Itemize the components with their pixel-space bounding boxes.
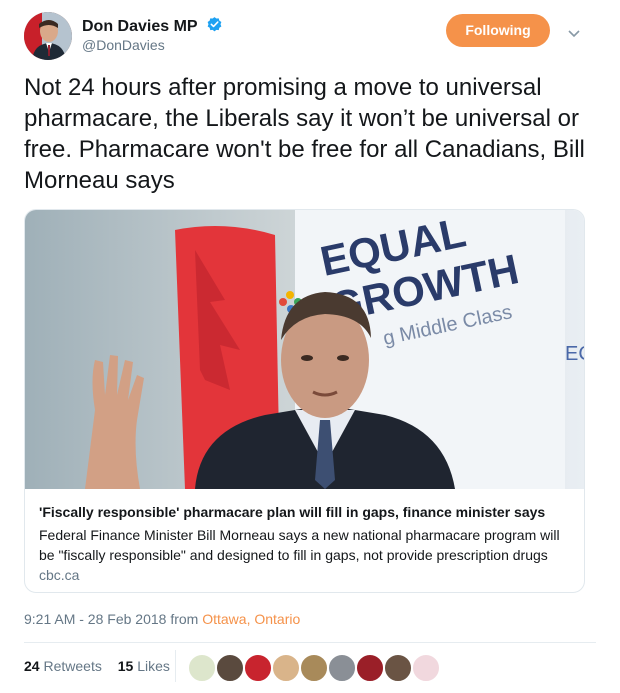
liker-avatar[interactable]	[216, 654, 244, 682]
chevron-down-icon[interactable]	[567, 26, 581, 44]
liker-avatar[interactable]	[188, 654, 216, 682]
author-name-text[interactable]: Don Davies MP	[82, 18, 197, 35]
tweet-timestamp[interactable]: 9:21 AM - 28 Feb 2018 from	[24, 611, 202, 627]
likes-label: Likes	[137, 658, 170, 674]
link-card[interactable]: EQUAL GROWTH g Middle Class EC 'Fiscally…	[24, 209, 585, 593]
following-button[interactable]: Following	[446, 14, 550, 47]
author-handle[interactable]: @DonDavies	[82, 37, 165, 53]
liker-avatar[interactable]	[412, 654, 440, 682]
card-domain[interactable]: cbc.ca	[39, 567, 79, 583]
tweet-stats: 24 Retweets 15 Likes	[24, 658, 170, 674]
verified-badge-icon	[206, 16, 223, 38]
liker-avatar[interactable]	[272, 654, 300, 682]
tweet-text: Not 24 hours after promising a move to u…	[24, 74, 585, 194]
likes-stat[interactable]: 15 Likes	[118, 658, 170, 674]
tweet-location[interactable]: Ottawa, Ontario	[202, 611, 300, 627]
liker-avatar[interactable]	[300, 654, 328, 682]
card-title[interactable]: 'Fiscally responsible' pharmacare plan w…	[39, 504, 574, 520]
banner-edge-text: EC	[565, 343, 584, 365]
liker-avatar[interactable]	[244, 654, 272, 682]
retweets-count: 24	[24, 658, 40, 674]
liker-avatar[interactable]	[328, 654, 356, 682]
retweets-label: Retweets	[43, 658, 102, 674]
author-avatar[interactable]	[24, 12, 72, 60]
liker-avatar[interactable]	[384, 654, 412, 682]
divider	[24, 642, 596, 643]
card-image[interactable]: EQUAL GROWTH g Middle Class EC	[25, 210, 584, 489]
stats-separator	[175, 650, 176, 682]
likes-count: 15	[117, 658, 134, 674]
tweet-header: Don Davies MP @DonDavies Following	[24, 12, 596, 60]
retweets-stat[interactable]: 24 Retweets	[24, 658, 102, 674]
author-name[interactable]: Don Davies MP	[82, 16, 223, 38]
liker-avatar[interactable]	[356, 654, 384, 682]
tweet-meta: 9:21 AM - 28 Feb 2018 from Ottawa, Ontar…	[24, 611, 300, 627]
card-description[interactable]: Federal Finance Minister Bill Morneau sa…	[39, 525, 579, 565]
